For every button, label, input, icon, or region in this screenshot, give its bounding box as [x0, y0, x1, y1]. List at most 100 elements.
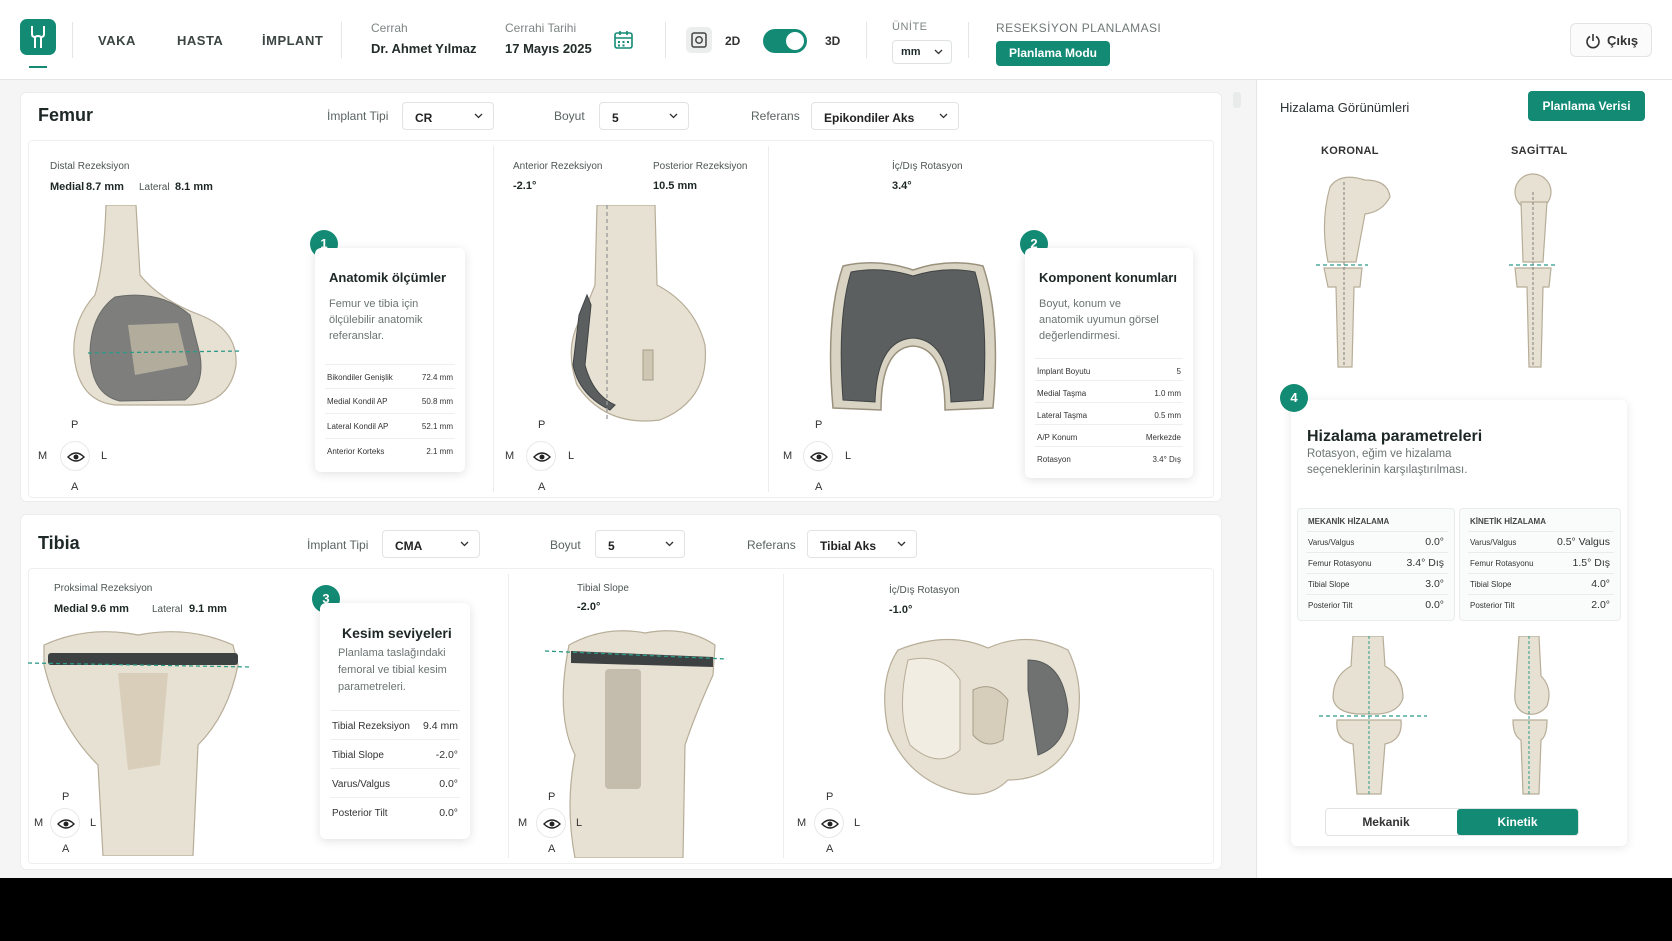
table-row: Varus/Valgus 0.5° Valgus [1468, 531, 1614, 551]
orient-l: L [854, 817, 861, 829]
app-logo[interactable] [20, 19, 56, 55]
chevron-down-icon [474, 113, 483, 119]
tibia-rotation-value: -1.0° [889, 604, 913, 616]
orient-m: M [783, 450, 793, 462]
orient-l: L [576, 817, 583, 829]
visibility-toggle[interactable] [814, 808, 844, 838]
femur-reference-select[interactable]: Epikondiler Aks [811, 102, 959, 130]
segment-mechanical[interactable]: Mekanik [1326, 809, 1446, 835]
measure-row: Medial Kondil AP 50.8 mm [325, 388, 455, 412]
tibia-implant-type-value: CMA [395, 539, 423, 553]
orient-m: M [34, 817, 44, 829]
scrollbar-thumb[interactable] [1233, 92, 1241, 108]
kinematic-knee-model[interactable] [1501, 636, 1561, 796]
chevron-down-icon [460, 541, 469, 547]
divider [341, 22, 342, 58]
tibia-rotation-label: İç/Dış Rotasyon [889, 585, 960, 596]
exit-button[interactable]: Çıkış [1570, 23, 1652, 57]
sagittal-label: SAGİTTAL [1511, 145, 1568, 157]
proximal-lateral-label: Lateral [152, 604, 183, 615]
orient-l: L [845, 450, 852, 462]
proximal-medial-value: 9.6 mm [91, 603, 129, 615]
alignment-parameters-card: Hizalama parametreleri Rotasyon, eğim ve… [1291, 400, 1627, 846]
divider [665, 22, 666, 58]
card-title: Hizalama parametreleri [1307, 428, 1483, 445]
orient-l: L [101, 450, 108, 462]
orient-m: M [797, 817, 807, 829]
mechanical-knee-model[interactable] [1319, 636, 1429, 796]
unit-select[interactable]: mm [892, 40, 952, 64]
screenshot-button[interactable] [686, 27, 712, 53]
card-desc-line-2: femoral ve tibial kesim [338, 664, 447, 676]
femoral-component-model[interactable] [823, 258, 1003, 416]
table-row: Femur Rotasyonu 3.4° Dış [1306, 552, 1448, 572]
chevron-down-icon [934, 49, 943, 55]
chevron-down-icon [939, 113, 948, 119]
visibility-toggle[interactable] [50, 808, 80, 838]
card-desc-line-1: Boyut, konum ve [1039, 298, 1121, 310]
posterior-resection-label: Posterior Rezeksiyon [653, 161, 748, 172]
tibia-size-label: Boyut [550, 538, 581, 552]
femur-implant-type-select[interactable]: CR [402, 102, 494, 130]
unit-value: mm [901, 46, 921, 58]
segment-kinematic[interactable]: Kinetik [1457, 809, 1578, 835]
surgeon-label: Cerrah [371, 21, 408, 35]
nav-implant[interactable]: İMPLANT [262, 33, 323, 48]
visibility-toggle[interactable] [60, 441, 90, 471]
calendar-icon[interactable] [613, 29, 635, 51]
coronal-leg-model[interactable] [1310, 172, 1395, 372]
tibial-slope-value: -2.0° [577, 601, 601, 613]
eye-icon [821, 819, 839, 829]
tibia-reference-select[interactable]: Tibial Aks [807, 530, 917, 558]
tibia-axial-model[interactable] [878, 630, 1082, 802]
tibia-sagittal-model[interactable] [545, 625, 730, 858]
power-icon [1586, 34, 1600, 49]
nav-vaka[interactable]: VAKA [98, 33, 136, 48]
visibility-toggle[interactable] [526, 441, 556, 471]
tibia-reference-value: Tibial Aks [820, 539, 877, 553]
femur-title: Femur [38, 105, 94, 125]
component-positions-card: Komponent konumları Boyut, konum ve anat… [1025, 248, 1193, 478]
orient-m: M [518, 817, 528, 829]
coronal-label: KORONAL [1321, 145, 1379, 157]
eye-icon [57, 819, 75, 829]
mode-2d-label[interactable]: 2D [725, 34, 740, 48]
table-row: Femur Rotasyonu 1.5° Dış [1468, 552, 1614, 572]
orient-a: A [62, 843, 70, 855]
proximal-lateral-value: 9.1 mm [189, 603, 227, 615]
surgeon-value: Dr. Ahmet Yılmaz [371, 41, 477, 56]
tibia-size-select[interactable]: 5 [595, 530, 685, 558]
chevron-down-icon [665, 541, 674, 547]
femur-coronal-model[interactable] [70, 205, 250, 410]
table-row: Varus/Valgus 0.0° [1306, 531, 1448, 551]
orient-a: A [548, 843, 556, 855]
visibility-toggle[interactable] [536, 808, 566, 838]
femur-reference-label: Referans [751, 109, 800, 123]
table-header: MEKANİK HİZALAMA [1308, 517, 1390, 526]
sagittal-leg-model[interactable] [1505, 172, 1565, 372]
anatomic-measurements-card: Anatomik ölçümler Femur ve tibia için öl… [315, 248, 465, 472]
measure-row: Lateral Kondil AP 52.1 mm [325, 413, 455, 437]
orient-m: M [505, 450, 515, 462]
measure-row: Lateral Taşma 0.5 mm [1035, 402, 1183, 426]
planning-mode-button[interactable]: Planlama Modu [996, 41, 1110, 66]
visibility-toggle[interactable] [803, 441, 833, 471]
nav-hasta[interactable]: HASTA [177, 33, 223, 48]
card-title: Anatomik ölçümler [329, 270, 447, 285]
view-mode-toggle[interactable] [763, 29, 807, 53]
mode-3d-label[interactable]: 3D [825, 34, 840, 48]
camera-icon [691, 32, 707, 48]
orient-p: P [815, 419, 823, 431]
measure-row: Tibial Rezeksiyon 9.4 mm [330, 710, 460, 739]
femur-size-select[interactable]: 5 [599, 102, 689, 130]
anterior-resection-value: -2.1° [513, 180, 537, 192]
table-row: Tibial Slope 3.0° [1306, 573, 1448, 593]
measure-row: Medial Taşma 1.0 mm [1035, 380, 1183, 404]
femur-sagittal-model[interactable] [565, 205, 715, 430]
planning-data-button[interactable]: Planlama Verisi [1528, 91, 1645, 121]
tibia-implant-type-select[interactable]: CMA [382, 530, 480, 558]
measure-row: Anterior Korteks 2.1 mm [325, 438, 455, 462]
orient-p: P [62, 791, 70, 803]
card-title: Komponent konumları [1039, 270, 1177, 285]
measure-row: Posterior Tilt 0.0° [330, 797, 460, 826]
